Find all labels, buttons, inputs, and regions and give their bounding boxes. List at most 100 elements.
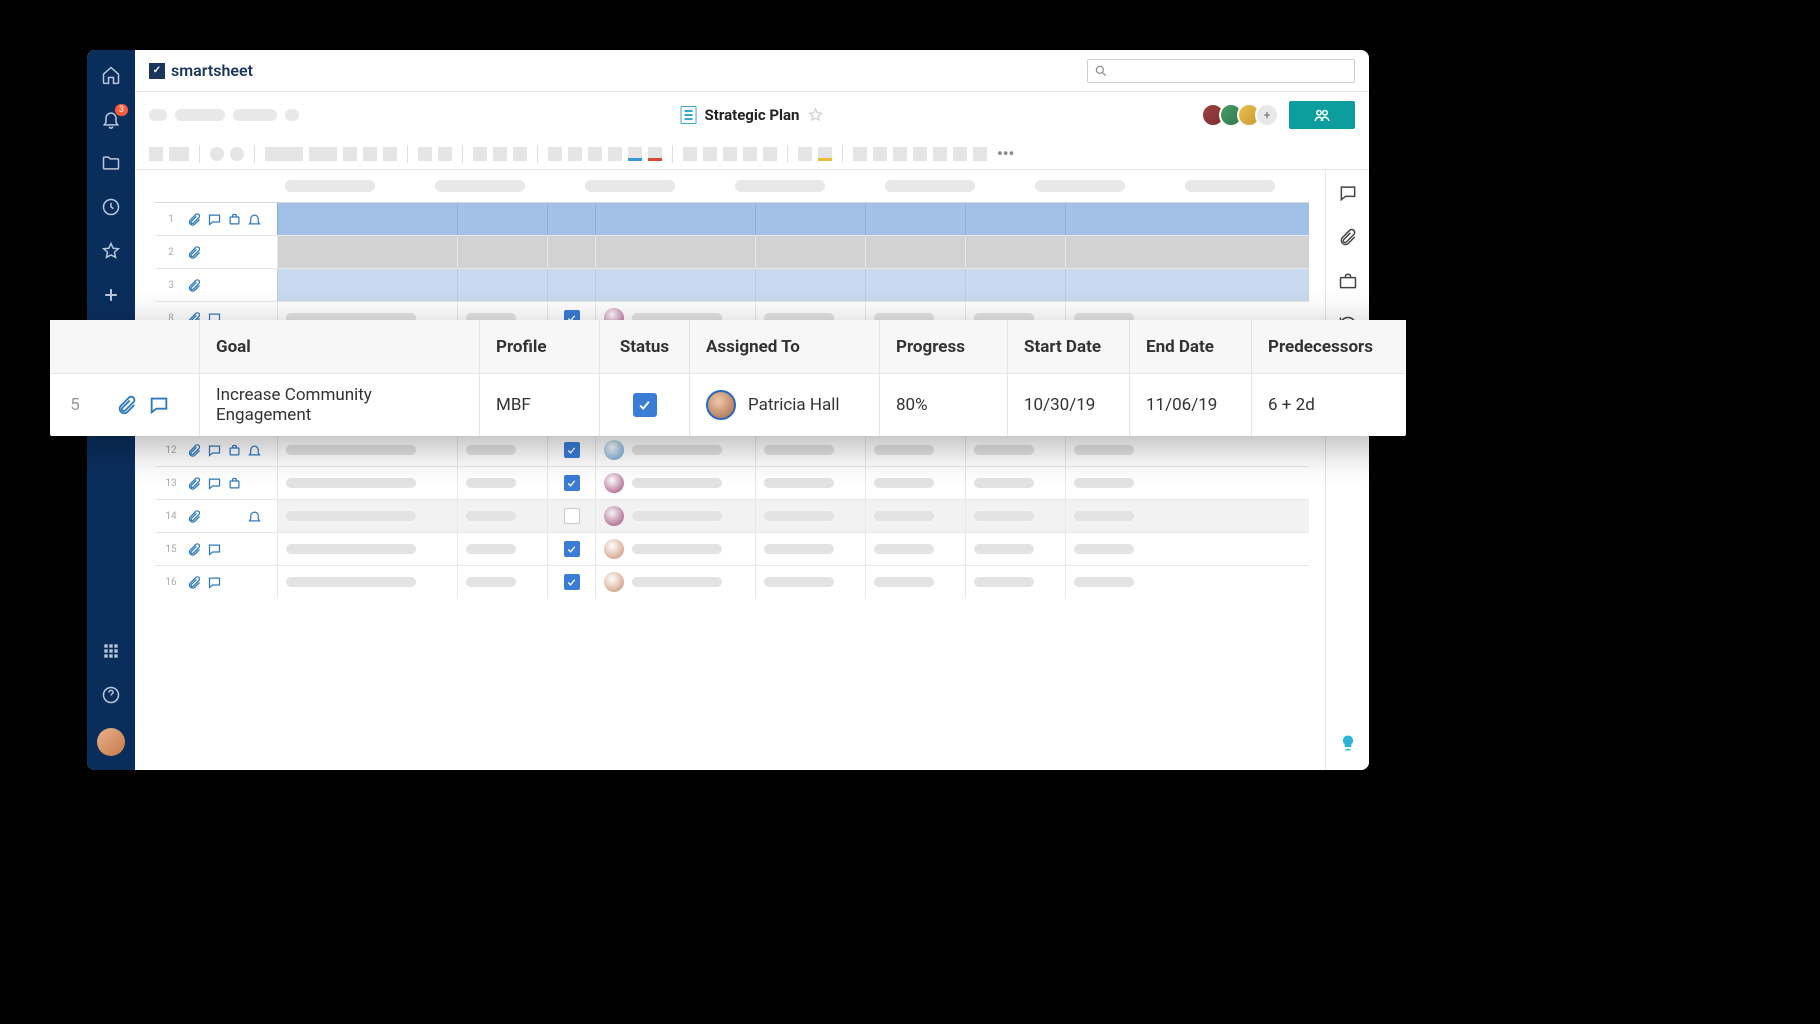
reminder-icon[interactable] [247,443,262,458]
cell-end-date[interactable] [965,269,1065,301]
comment-icon[interactable] [207,575,222,590]
toolbar-item[interactable] [438,147,452,161]
cell-status[interactable] [547,500,595,532]
cell-progress[interactable] [755,566,865,598]
cell-end-date[interactable] [965,500,1065,532]
cell-predecessors[interactable] [1065,566,1309,598]
cell-end-date[interactable] [965,203,1065,235]
toolbar-item[interactable] [230,147,244,161]
cell-status[interactable] [547,203,595,235]
cell-start-date[interactable] [865,467,965,499]
cell-progress[interactable] [755,236,865,268]
cell-end-date[interactable] [965,236,1065,268]
toolbar-item[interactable] [913,147,927,161]
notifications-icon[interactable]: 3 [100,108,122,130]
cell-predecessors[interactable] [1065,203,1309,235]
toolbar-more[interactable]: ••• [993,144,1018,163]
star-icon[interactable] [807,107,823,123]
cell-goal[interactable]: Increase Community Engagement [200,374,480,436]
cell-status[interactable] [547,533,595,565]
checkbox-icon[interactable] [564,442,580,458]
cell-progress[interactable] [755,203,865,235]
table-row[interactable]: 2 [155,235,1309,268]
cell-start-date[interactable] [865,434,965,466]
cell-goal[interactable] [277,566,457,598]
cell-assigned[interactable] [595,203,755,235]
checkbox-icon[interactable] [564,541,580,557]
comment-icon[interactable] [207,212,222,227]
format-icon[interactable] [227,443,242,458]
table-row[interactable]: 1 [155,202,1309,235]
cell-profile[interactable] [457,236,547,268]
toolbar-item[interactable] [743,147,757,161]
toolbar-item[interactable] [873,147,887,161]
cell-predecessors[interactable] [1065,269,1309,301]
toolbar-item[interactable] [608,147,622,161]
cell-progress[interactable]: 80% [880,374,1008,436]
col-end-date[interactable]: End Date [1130,320,1252,373]
format-icon[interactable] [227,476,242,491]
col-profile[interactable]: Profile [480,320,600,373]
toolbar-item[interactable] [648,147,662,161]
cell-start-date[interactable] [865,236,965,268]
cell-status[interactable] [547,269,595,301]
attachment-icon[interactable] [187,212,202,227]
cell-start-date[interactable]: 10/30/19 [1008,374,1130,436]
cell-goal[interactable] [277,269,457,301]
toolbar-item[interactable] [383,147,397,161]
recent-icon[interactable] [100,196,122,218]
cell-status[interactable] [547,236,595,268]
cell-start-date[interactable] [865,203,965,235]
toolbar-item[interactable] [798,147,812,161]
cell-assigned[interactable] [595,467,755,499]
attachment-icon[interactable] [187,245,202,260]
cell-progress[interactable] [755,500,865,532]
cell-predecessors[interactable] [1065,533,1309,565]
col-progress[interactable]: Progress [880,320,1008,373]
cell-profile[interactable] [457,500,547,532]
cell-progress[interactable] [755,533,865,565]
toolbar-item[interactable] [973,147,987,161]
cell-start-date[interactable] [865,533,965,565]
cell-profile[interactable] [457,434,547,466]
cell-status[interactable] [547,467,595,499]
toolbar-item[interactable] [763,147,777,161]
toolbar-item[interactable] [953,147,967,161]
cell-start-date[interactable] [865,566,965,598]
cell-status[interactable] [600,374,690,436]
folder-icon[interactable] [100,152,122,174]
cell-predecessors[interactable] [1065,236,1309,268]
table-row[interactable]: 3 [155,268,1309,301]
checkbox-icon[interactable] [564,574,580,590]
table-row[interactable]: 14 [155,499,1309,532]
table-row[interactable]: 12 [155,433,1309,466]
toolbar-item[interactable] [933,147,947,161]
cell-status[interactable] [547,566,595,598]
comments-panel-icon[interactable] [1337,182,1359,204]
toolbar-item[interactable] [363,147,377,161]
share-button[interactable] [1289,101,1355,129]
search-box[interactable] [1087,59,1355,83]
col-predecessors[interactable]: Predecessors [1252,320,1406,373]
cell-assigned[interactable]: Patricia Hall [690,374,880,436]
checkbox-icon[interactable] [633,393,657,417]
cell-predecessors[interactable] [1065,434,1309,466]
toolbar-item[interactable] [149,147,163,161]
collaborator-avatars[interactable]: + [1207,103,1279,127]
cell-goal[interactable] [277,203,457,235]
toolbar-item[interactable] [265,147,303,161]
cell-profile[interactable] [457,467,547,499]
cell-goal[interactable] [277,236,457,268]
apps-icon[interactable] [100,640,122,662]
col-assigned-to[interactable]: Assigned To [690,320,880,373]
cell-profile[interactable] [457,566,547,598]
toolbar-item[interactable] [723,147,737,161]
overlay-data-row[interactable]: 5 Increase Community Engagement MBF Patr… [50,374,1406,436]
document-title[interactable]: Strategic Plan [705,106,800,124]
attachment-icon[interactable] [187,476,202,491]
comment-icon[interactable] [148,394,170,416]
checkbox-icon[interactable] [564,508,580,524]
toolbar-item[interactable] [588,147,602,161]
cell-end-date[interactable] [965,434,1065,466]
table-row[interactable]: 15 [155,532,1309,565]
